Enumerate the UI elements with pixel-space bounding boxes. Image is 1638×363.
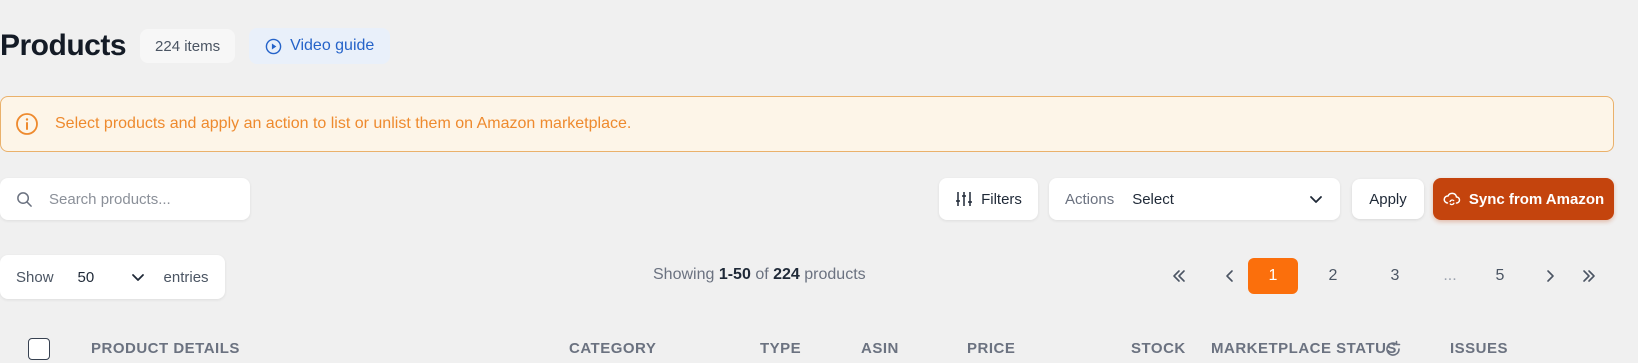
search-box: [0, 178, 250, 220]
show-label: Show: [16, 268, 54, 286]
column-header-issues[interactable]: ISSUES: [1450, 340, 1508, 357]
column-header-type[interactable]: TYPE: [760, 340, 801, 357]
summary-total: 224: [773, 266, 800, 283]
next-page-button[interactable]: [1543, 258, 1559, 294]
sync-cloud-icon: [1443, 192, 1461, 206]
select-all-checkbox[interactable]: [28, 338, 50, 360]
item-count-badge: 224 items: [140, 29, 236, 63]
info-icon: [16, 113, 38, 135]
page-title: Products: [0, 29, 127, 62]
prev-page-button[interactable]: [1221, 258, 1237, 294]
column-header-product-details[interactable]: PRODUCT DETAILS: [91, 340, 240, 357]
page-button[interactable]: 2: [1321, 258, 1345, 294]
actions-select[interactable]: Actions Select: [1049, 178, 1340, 220]
video-guide-button[interactable]: Video guide: [249, 28, 391, 64]
summary-prefix: Showing: [653, 266, 715, 283]
page-header: Products 224 items Video guide: [0, 28, 391, 64]
chevron-right-icon: [1547, 270, 1554, 282]
apply-button[interactable]: Apply: [1352, 179, 1424, 219]
sliders-icon: [956, 192, 973, 206]
page-ellipsis: ...: [1443, 267, 1457, 284]
play-circle-icon: [265, 38, 282, 54]
last-page-button[interactable]: [1575, 258, 1603, 294]
info-alert: Select products and apply an action to l…: [0, 96, 1614, 152]
filters-label: Filters: [981, 190, 1022, 208]
chevron-left-icon: [1226, 270, 1233, 282]
results-summary: Showing 1-50 of 224 products: [653, 266, 866, 284]
summary-of: of: [755, 266, 769, 283]
alert-message: Select products and apply an action to l…: [55, 115, 632, 132]
entries-value: 50: [77, 268, 95, 286]
entries-label: entries: [163, 268, 209, 286]
page-button-current[interactable]: 1: [1248, 258, 1298, 294]
sync-label: Sync from Amazon: [1468, 190, 1605, 208]
chevrons-right-icon: [1583, 270, 1595, 282]
column-header-asin[interactable]: ASIN: [861, 340, 899, 357]
first-page-button[interactable]: [1165, 258, 1193, 294]
chevron-down-icon: [131, 274, 144, 281]
video-guide-label: Video guide: [290, 37, 375, 54]
page-button[interactable]: 3: [1383, 258, 1407, 294]
chevrons-left-icon: [1173, 270, 1185, 282]
column-header-price[interactable]: PRICE: [967, 340, 1015, 357]
search-input[interactable]: [49, 190, 229, 208]
column-header-category[interactable]: CATEGORY: [569, 340, 656, 357]
actions-label: Actions: [1065, 190, 1115, 208]
search-icon: [17, 191, 32, 207]
column-header-marketplace-status[interactable]: MARKETPLACE STATUS: [1211, 340, 1397, 357]
sync-from-amazon-button[interactable]: Sync from Amazon: [1433, 178, 1614, 220]
show-entries-select[interactable]: Show 50 entries: [0, 255, 225, 299]
actions-value: Select: [1132, 190, 1174, 208]
table-header: PRODUCT DETAILS CATEGORY TYPE ASIN PRICE…: [0, 332, 1638, 363]
summary-range: 1-50: [718, 266, 751, 283]
refresh-icon[interactable]: [1384, 340, 1402, 358]
summary-suffix: products: [804, 266, 866, 283]
page-button[interactable]: 5: [1488, 258, 1512, 294]
chevron-down-icon: [1310, 196, 1322, 203]
filters-button[interactable]: Filters: [939, 178, 1038, 220]
column-header-stock[interactable]: STOCK: [1131, 340, 1186, 357]
